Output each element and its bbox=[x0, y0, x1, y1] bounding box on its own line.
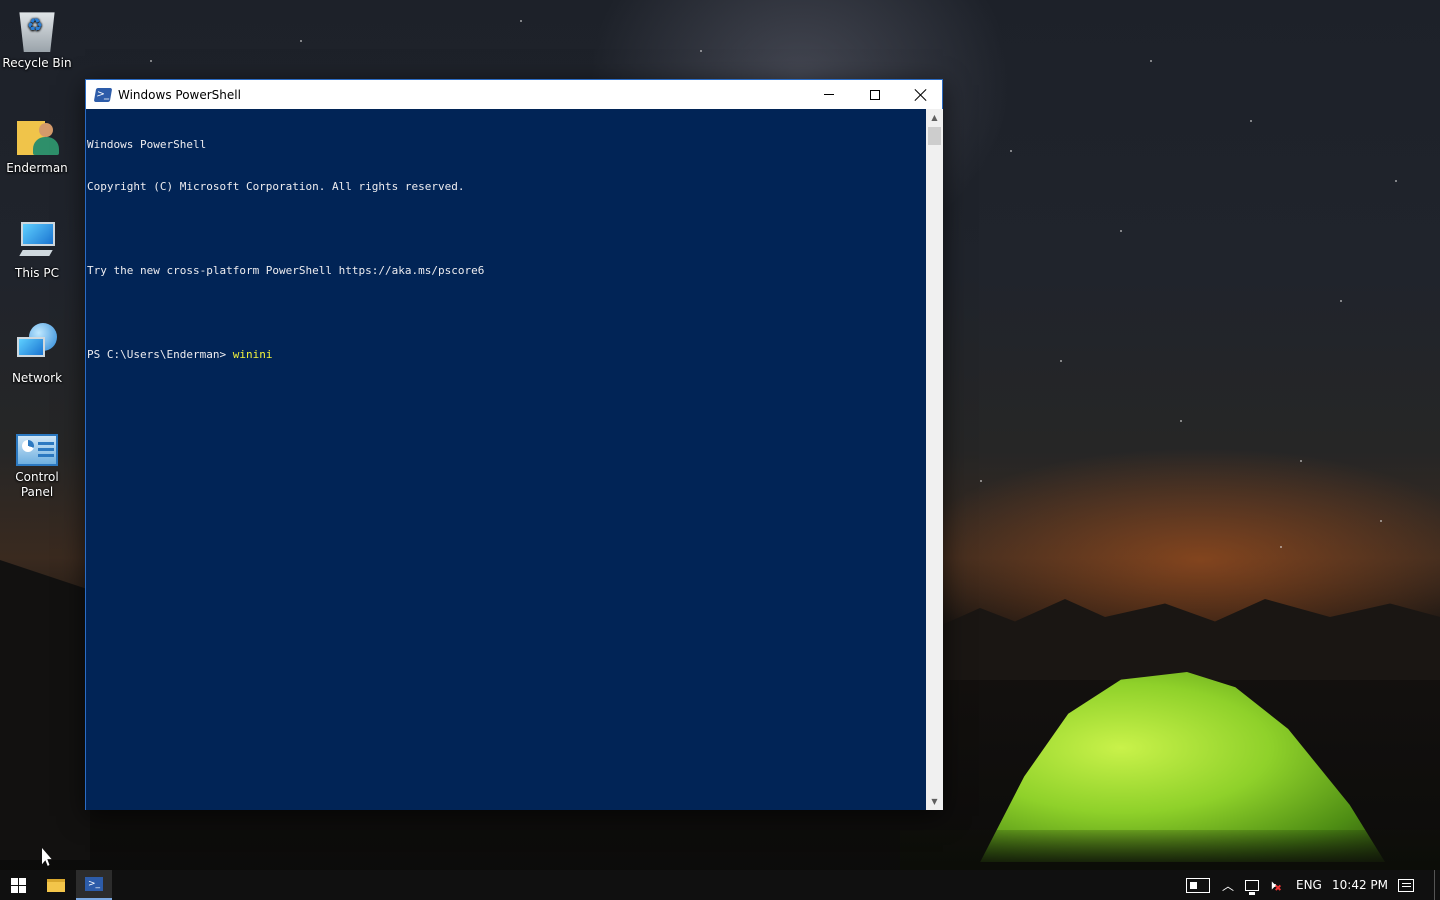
computer-icon bbox=[15, 218, 59, 262]
action-center-button[interactable] bbox=[1398, 870, 1414, 900]
minimize-icon bbox=[824, 94, 834, 95]
taskbar-file-explorer[interactable] bbox=[38, 870, 74, 900]
wallpaper-hill bbox=[0, 560, 90, 860]
maximize-button[interactable] bbox=[852, 80, 898, 109]
user-folder-icon bbox=[15, 113, 59, 157]
windows-logo-icon bbox=[10, 877, 26, 893]
console-prompt: PS C:\Users\Enderman> bbox=[87, 348, 233, 361]
muted-badge-icon: ✖ bbox=[1274, 884, 1282, 894]
chevron-up-icon: ︿ bbox=[1222, 878, 1235, 893]
show-desktop-button[interactable] bbox=[1434, 870, 1440, 900]
console-output[interactable]: Windows PowerShell Copyright (C) Microso… bbox=[86, 109, 926, 810]
network-icon bbox=[15, 323, 59, 367]
console-command[interactable]: winini bbox=[233, 348, 273, 361]
network-tray-button[interactable] bbox=[1245, 870, 1259, 900]
news-icon bbox=[1186, 877, 1210, 893]
vertical-scrollbar[interactable]: ▲ ▼ bbox=[926, 109, 943, 810]
desktop-icon-label: Enderman bbox=[6, 161, 68, 175]
start-button[interactable] bbox=[0, 870, 36, 900]
news-and-interests-button[interactable] bbox=[1186, 870, 1210, 900]
recycle-bin-icon bbox=[19, 12, 55, 52]
console-prompt-line: PS C:\Users\Enderman> winini bbox=[87, 348, 925, 362]
desktop-icon-label: Network bbox=[11, 371, 63, 385]
console-line: Try the new cross-platform PowerShell ht… bbox=[87, 264, 485, 277]
scrollbar-thumb[interactable] bbox=[928, 127, 941, 145]
minimize-button[interactable] bbox=[806, 80, 852, 109]
volume-tray-button[interactable]: 🕨 ✖ bbox=[1268, 870, 1282, 900]
control-panel-icon bbox=[16, 434, 58, 466]
desktop-icon-network[interactable]: Network bbox=[0, 323, 74, 386]
desktop-icon-label: This PC bbox=[15, 266, 59, 280]
desktop-icon-this-pc[interactable]: This PC bbox=[0, 218, 74, 281]
notification-icon bbox=[1398, 878, 1414, 892]
desktop-icon-recycle-bin[interactable]: Recycle Bin bbox=[0, 8, 74, 71]
powershell-icon: >_ bbox=[93, 87, 113, 102]
desktop-icon-label: Control Panel bbox=[15, 470, 59, 499]
window-title: Windows PowerShell bbox=[118, 87, 241, 102]
maximize-icon bbox=[870, 89, 880, 100]
desktop-icon-enderman[interactable]: Enderman bbox=[0, 113, 74, 176]
close-button[interactable] bbox=[898, 80, 944, 109]
taskbar-powershell[interactable]: >_ bbox=[76, 870, 112, 900]
scroll-up-arrow-icon[interactable]: ▲ bbox=[926, 109, 943, 126]
wallpaper-mountains bbox=[940, 599, 1440, 680]
wallpaper-grass bbox=[900, 830, 1440, 870]
desktop-icon-control-panel[interactable]: Control Panel bbox=[0, 428, 74, 500]
window-titlebar[interactable]: >_ Windows PowerShell bbox=[86, 80, 942, 109]
console-line: Copyright (C) Microsoft Corporation. All… bbox=[87, 180, 465, 193]
clock[interactable]: 10:42 PM bbox=[1332, 870, 1388, 900]
powershell-window[interactable]: >_ Windows PowerShell Windows PowerShell… bbox=[85, 79, 943, 810]
desktop-icon-label: Recycle Bin bbox=[2, 56, 72, 70]
console-line: Windows PowerShell bbox=[87, 138, 207, 151]
folder-icon bbox=[47, 878, 65, 892]
close-icon bbox=[914, 88, 928, 102]
scroll-down-arrow-icon[interactable]: ▼ bbox=[926, 793, 943, 810]
show-hidden-icons-button[interactable]: ︿ bbox=[1222, 870, 1234, 900]
powershell-icon: >_ bbox=[85, 877, 103, 891]
network-status-icon bbox=[1245, 879, 1259, 895]
taskbar: >_ ︿ 🕨 ✖ ENG 10:42 PM bbox=[0, 870, 1440, 900]
input-language-button[interactable]: ENG bbox=[1296, 870, 1322, 900]
